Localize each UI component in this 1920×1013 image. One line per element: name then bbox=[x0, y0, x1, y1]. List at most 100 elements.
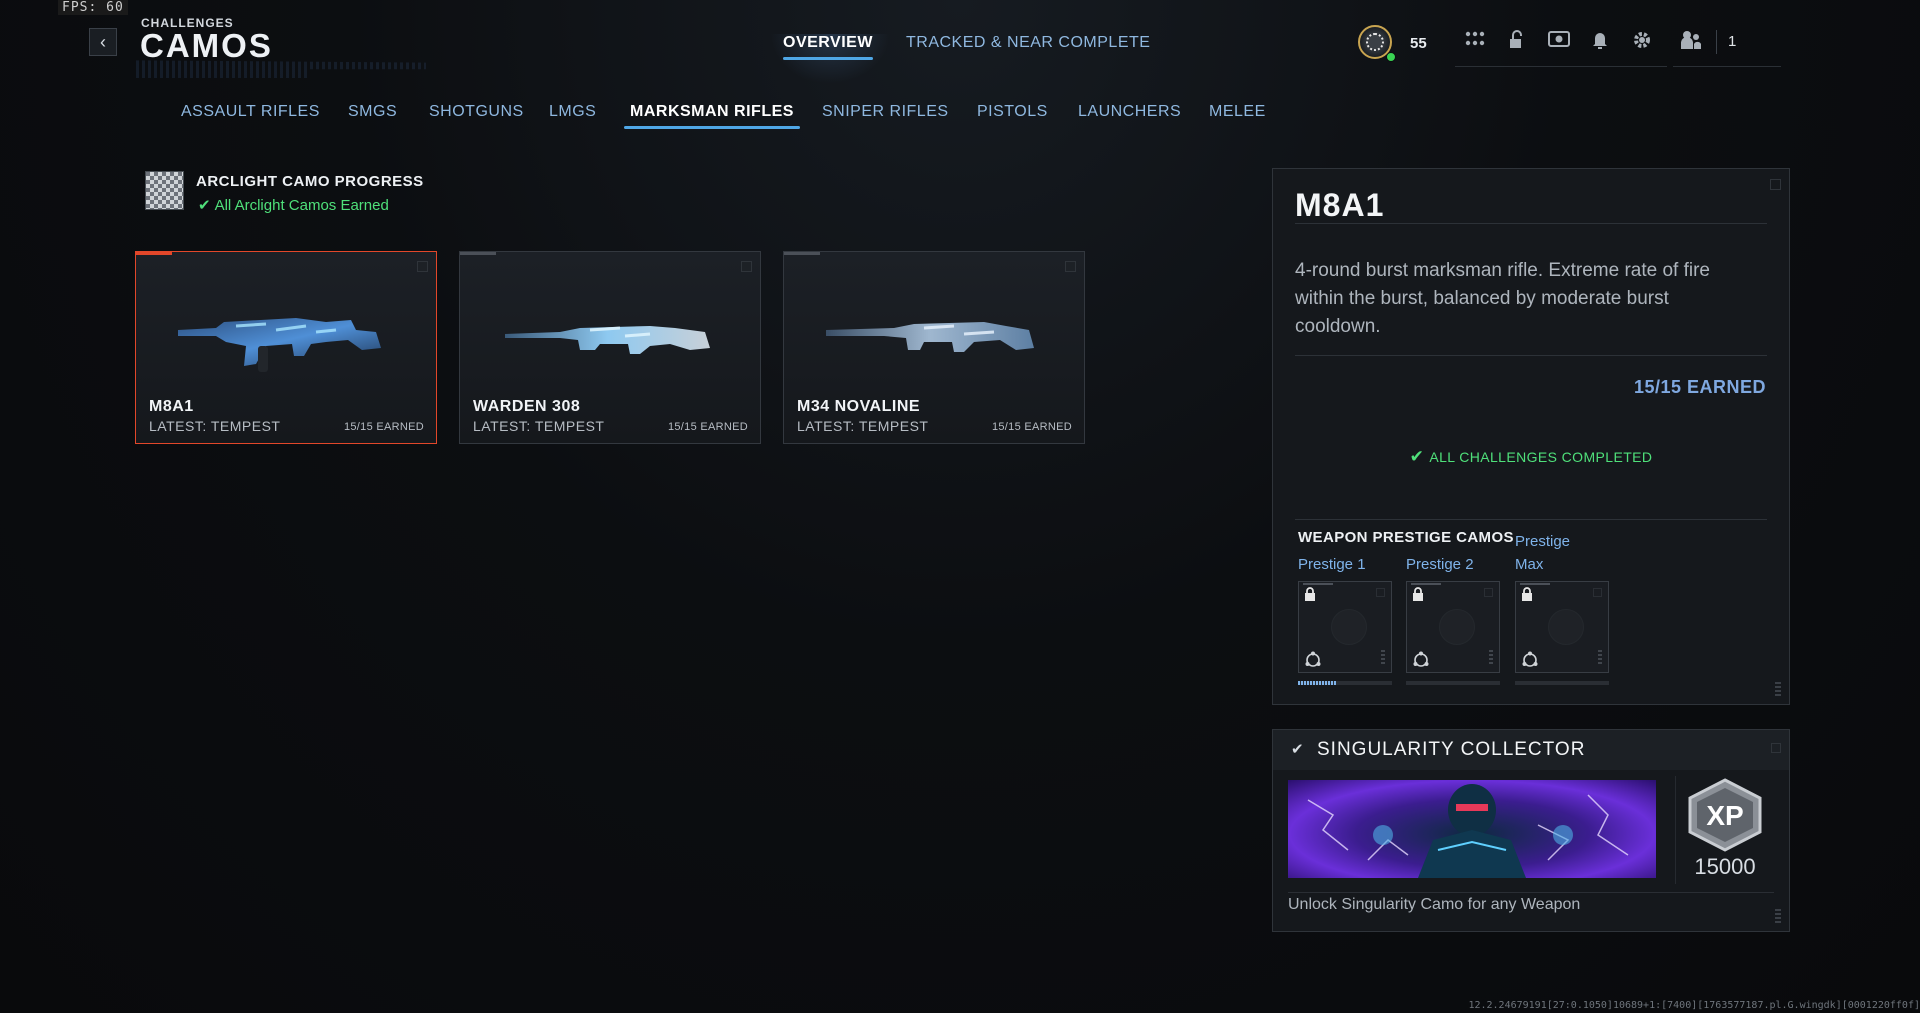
reward-xp-value: 15000 bbox=[1694, 854, 1756, 879]
xp-badge-label: XP bbox=[1706, 800, 1743, 831]
prestige-emblem-icon bbox=[1412, 650, 1430, 668]
weapon-name: M8A1 bbox=[149, 398, 194, 415]
prestige-1-label: Prestige 1 bbox=[1298, 556, 1366, 573]
weapon-name: M34 NOVALINE bbox=[797, 398, 921, 415]
panel-corner-icon bbox=[1771, 743, 1781, 753]
weapon-earned-count: 15/15 EARNED bbox=[991, 421, 1072, 433]
notification-bell-icon[interactable] bbox=[1589, 30, 1611, 52]
weapon-card-m34-novaline[interactable]: M34 NOVALINE LATEST: TEMPEST 15/15 EARNE… bbox=[783, 251, 1085, 444]
fps-counter: FPS: 60 bbox=[58, 0, 128, 15]
challenges-complete-status: ✔ ALL CHALLENGES COMPLETED bbox=[1273, 447, 1789, 467]
weapon-card-m8a1[interactable]: M8A1 LATEST: TEMPEST 15/15 EARNED bbox=[135, 251, 437, 444]
party-count: 1 bbox=[1728, 33, 1737, 50]
prestige-max-label: Prestige Max bbox=[1515, 530, 1570, 576]
prestige-1-camo-tile[interactable] bbox=[1298, 581, 1392, 673]
weapon-card-warden-308[interactable]: WARDEN 308 LATEST: TEMPEST 15/15 EARNED bbox=[459, 251, 761, 444]
rifle-m34-novaline-image bbox=[826, 322, 1034, 352]
category-sniper-rifles[interactable]: SNIPER RIFLES bbox=[822, 103, 949, 129]
apps-grid-icon[interactable] bbox=[1464, 30, 1486, 52]
tile-corner-icon bbox=[1484, 588, 1493, 597]
arclight-camo-thumbnail bbox=[145, 171, 184, 210]
divider bbox=[1295, 355, 1767, 356]
card-accent-bar bbox=[784, 252, 820, 255]
divider bbox=[1295, 223, 1767, 224]
card-corner-icon bbox=[417, 261, 428, 272]
panel-corner-icon bbox=[1770, 179, 1781, 190]
camo-placeholder bbox=[1439, 609, 1475, 645]
rifle-m8a1-image bbox=[178, 318, 381, 372]
divider bbox=[1295, 519, 1767, 520]
detail-weapon-name: M8A1 bbox=[1295, 187, 1385, 223]
prestige-2-camo-tile[interactable] bbox=[1406, 581, 1500, 673]
card-corner-icon bbox=[1065, 261, 1076, 272]
detail-earned-count: 15/15 EARNED bbox=[1633, 377, 1766, 397]
checkmark-icon: ✔ bbox=[1291, 741, 1304, 758]
panel-corner-icon bbox=[1775, 909, 1781, 923]
online-status-icon bbox=[1386, 52, 1396, 62]
card-corner-icon bbox=[741, 261, 752, 272]
tab-overview[interactable]: OVERVIEW bbox=[783, 34, 873, 60]
weapon-detail-panel: M8A1 4-round burst marksman rifle. Extre… bbox=[1272, 168, 1790, 705]
camo-progress-status: ✔ All Arclight Camos Earned bbox=[198, 196, 389, 214]
prestige-max-camo-tile[interactable] bbox=[1515, 581, 1609, 673]
tile-accent-bar bbox=[1411, 583, 1441, 585]
tile-side-icon bbox=[1489, 650, 1493, 664]
prestige-camos-heading: WEAPON PRESTIGE CAMOS bbox=[1298, 529, 1514, 546]
prestige-progress-fill bbox=[1298, 681, 1336, 685]
theater-icon[interactable] bbox=[1548, 30, 1570, 52]
category-pistols[interactable]: PISTOLS bbox=[977, 103, 1048, 129]
weapon-earned-count: 15/15 EARNED bbox=[667, 421, 748, 433]
tile-corner-icon bbox=[1376, 588, 1385, 597]
tile-accent-bar bbox=[1520, 583, 1550, 585]
settings-gear-icon[interactable] bbox=[1631, 30, 1653, 52]
unlock-icon[interactable] bbox=[1506, 30, 1528, 52]
prestige-emblem-icon bbox=[1304, 650, 1322, 668]
category-assault-rifles[interactable]: ASSAULT RIFLES bbox=[181, 103, 320, 129]
player-level: 55 bbox=[1410, 35, 1427, 52]
checkmark-icon: ✔ bbox=[198, 197, 211, 214]
weapon-name: WARDEN 308 bbox=[473, 398, 581, 415]
prestige-max-label-line1: Prestige bbox=[1515, 533, 1571, 550]
category-marksman-rifles[interactable]: MARKSMAN RIFLES bbox=[624, 103, 800, 129]
tile-side-icon bbox=[1598, 650, 1602, 664]
weapon-earned-count: 15/15 EARNED bbox=[343, 421, 424, 433]
header-divider-right bbox=[1673, 66, 1781, 67]
panel-corner-icon bbox=[1775, 682, 1781, 696]
weapon-latest-camo: LATEST: TEMPEST bbox=[473, 418, 605, 434]
reward-panel[interactable]: ✔ SINGULARITY COLLECTOR XP 15000 Unlock … bbox=[1272, 729, 1790, 932]
camos-screen: FPS: 60 ‹ CHALLENGES CAMOS OVERVIEW TRAC… bbox=[0, 0, 1920, 1013]
challenges-complete-text: ALL CHALLENGES COMPLETED bbox=[1429, 449, 1653, 465]
tile-accent-bar bbox=[1303, 583, 1333, 585]
camo-placeholder bbox=[1331, 609, 1367, 645]
category-launchers[interactable]: LAUNCHERS bbox=[1078, 103, 1181, 129]
category-lmgs[interactable]: LMGS bbox=[549, 103, 596, 129]
camo-progress-title: ARCLIGHT CAMO PROGRESS bbox=[196, 173, 424, 190]
detail-weapon-description: 4-round burst marksman rifle. Extreme ra… bbox=[1295, 260, 1710, 337]
reward-header: ✔ SINGULARITY COLLECTOR bbox=[1273, 730, 1789, 770]
xp-badge-icon: XP bbox=[1688, 778, 1762, 852]
header-divider-left bbox=[1455, 66, 1667, 67]
category-melee[interactable]: MELEE bbox=[1209, 103, 1266, 129]
weapon-latest-camo: LATEST: TEMPEST bbox=[797, 418, 929, 434]
prestige-emblem-icon bbox=[1521, 650, 1539, 668]
prestige-max-label-line2: Max bbox=[1515, 556, 1544, 573]
rifle-warden-308-image bbox=[505, 326, 710, 354]
lock-icon bbox=[1304, 587, 1318, 601]
weapon-latest-camo: LATEST: TEMPEST bbox=[149, 418, 281, 434]
card-accent-bar bbox=[136, 252, 172, 255]
tile-side-icon bbox=[1381, 650, 1385, 664]
reward-description: Unlock Singularity Camo for any Weapon bbox=[1288, 896, 1581, 913]
build-info: 12.2.24679191[27:0.1050]10689+1:[7400][1… bbox=[1468, 1000, 1920, 1011]
camo-progress-status-text: All Arclight Camos Earned bbox=[214, 197, 389, 214]
emblem-icon bbox=[1366, 33, 1384, 51]
singularity-camo-image bbox=[1288, 780, 1656, 878]
tile-corner-icon bbox=[1593, 588, 1602, 597]
category-shotguns[interactable]: SHOTGUNS bbox=[429, 103, 524, 129]
camo-placeholder bbox=[1548, 609, 1584, 645]
prestige-max-progress-bar bbox=[1515, 681, 1609, 685]
party-icon[interactable] bbox=[1680, 30, 1702, 52]
lock-icon bbox=[1521, 587, 1535, 601]
tab-tracked-near-complete[interactable]: TRACKED & NEAR COMPLETE bbox=[906, 34, 1150, 60]
prestige-1-progress-bar bbox=[1298, 681, 1392, 685]
category-smgs[interactable]: SMGS bbox=[348, 103, 397, 129]
